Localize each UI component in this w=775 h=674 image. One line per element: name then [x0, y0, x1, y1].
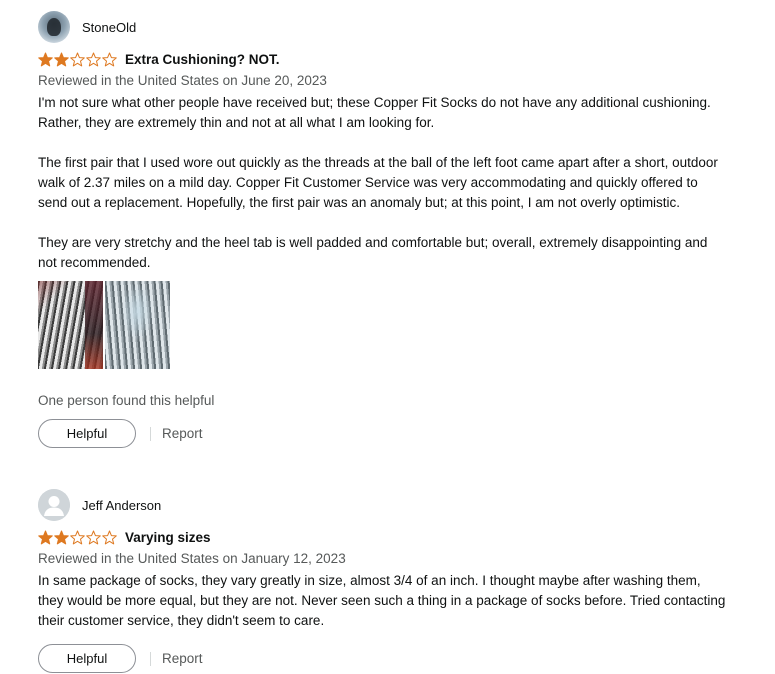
default-user-icon [38, 489, 70, 521]
review-date: Reviewed in the United States on January… [38, 551, 346, 566]
review: Jeff Anderson Varying sizes Reviewed in … [38, 489, 728, 674]
review: StoneOld Extra Cushioning? NOT. Reviewed… [38, 11, 728, 449]
divider [150, 651, 151, 666]
rating-row: Extra Cushioning? NOT. [38, 50, 728, 68]
helpful-count: One person found this helpful [38, 393, 215, 408]
review-actions: Helpful Report [38, 418, 728, 449]
sock-photo-thumbnail[interactable] [38, 281, 103, 369]
review-paragraph: In same package of socks, they vary grea… [38, 573, 726, 628]
report-link[interactable]: Report [162, 426, 203, 441]
star-empty-icon [86, 530, 101, 544]
star-rating[interactable] [38, 530, 117, 545]
star-filled-icon [38, 530, 53, 544]
helpful-button[interactable]: Helpful [38, 419, 136, 448]
report-link[interactable]: Report [162, 651, 203, 666]
star-empty-icon [102, 52, 117, 66]
star-filled-icon [54, 52, 69, 66]
review-body: I'm not sure what other people have rece… [38, 93, 728, 273]
star-empty-icon [86, 52, 101, 66]
rating-row: Varying sizes [38, 528, 728, 546]
divider [150, 426, 151, 441]
review-body: In same package of socks, they vary grea… [38, 571, 728, 631]
reviewer-avatar-icon [38, 11, 70, 43]
review-paragraph: I'm not sure what other people have rece… [38, 95, 711, 130]
review-actions: Helpful Report [38, 643, 728, 674]
review-paragraph: The first pair that I used wore out quic… [38, 155, 718, 210]
sock-photo-thumbnail[interactable] [105, 281, 170, 369]
review-title[interactable]: Varying sizes [125, 530, 211, 545]
star-empty-icon [70, 52, 85, 66]
review-title[interactable]: Extra Cushioning? NOT. [125, 52, 280, 67]
star-filled-icon [38, 52, 53, 66]
reviewer-name[interactable]: StoneOld [82, 20, 136, 35]
star-empty-icon [70, 530, 85, 544]
helpful-button[interactable]: Helpful [38, 644, 136, 673]
review-date: Reviewed in the United States on June 20… [38, 73, 327, 88]
star-empty-icon [102, 530, 117, 544]
star-rating[interactable] [38, 52, 117, 67]
reviewer-name[interactable]: Jeff Anderson [82, 498, 161, 513]
review-images [38, 281, 728, 369]
reviewer-profile[interactable]: StoneOld [38, 11, 728, 43]
review-paragraph: They are very stretchy and the heel tab … [38, 235, 708, 270]
reviewer-profile[interactable]: Jeff Anderson [38, 489, 728, 521]
star-filled-icon [54, 530, 69, 544]
